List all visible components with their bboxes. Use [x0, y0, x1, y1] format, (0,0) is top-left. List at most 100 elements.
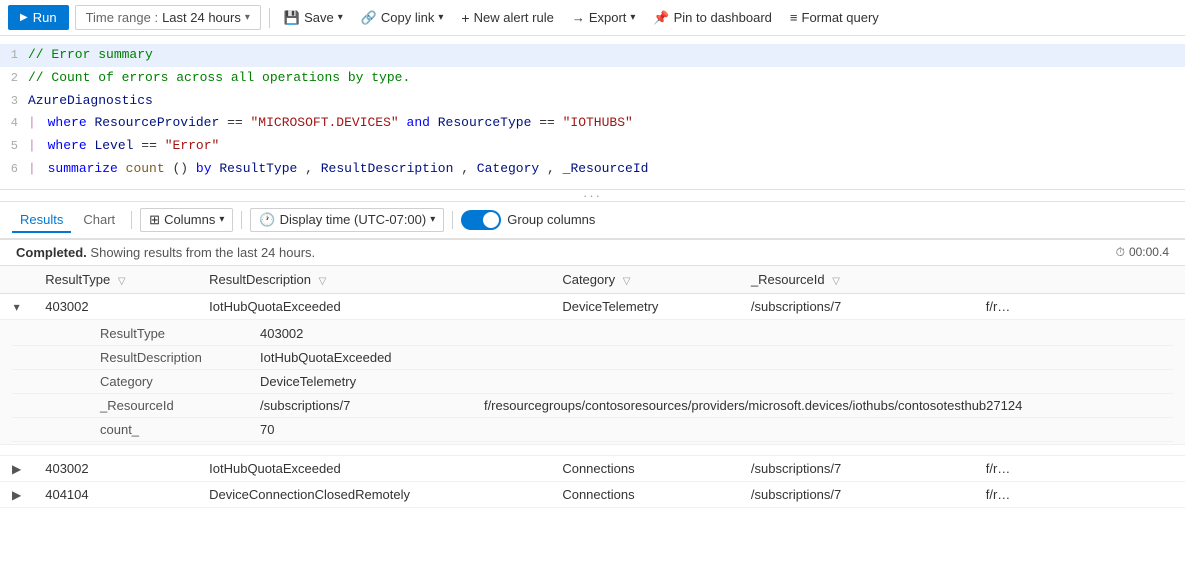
table-row: ▶ 403002 IotHubQuotaExceeded Connections… [0, 455, 1185, 481]
copy-link-label: Copy link [381, 10, 434, 25]
cell-ResultType-2: 403002 [33, 455, 197, 481]
save-chevron-icon: ▾ [338, 12, 343, 23]
columns-label: Columns [164, 212, 215, 227]
results-table: ResultType ▽ ResultDescription ▽ Categor… [0, 266, 1185, 508]
save-icon: 💾 [284, 10, 300, 26]
query-time-badge: ⏱ 00:00.4 [1116, 245, 1169, 260]
spacer-row [0, 444, 1185, 455]
col-header-ResourceId: _ResourceId ▽ [739, 266, 1185, 294]
export-label: Export [589, 10, 627, 25]
columns-button[interactable]: ⊞ Columns ▾ [140, 208, 233, 232]
cell-ResultDescription-2: IotHubQuotaExceeded [197, 455, 550, 481]
expand-button-3[interactable]: ▶ [12, 488, 21, 502]
cell-Category-2: Connections [550, 455, 739, 481]
format-icon: ≡ [790, 10, 798, 25]
toggle-knob [483, 212, 499, 228]
col-header-ResultDescription: ResultDescription ▽ [197, 266, 550, 294]
display-time-label: Display time (UTC-07:00) [280, 212, 427, 227]
cell-ResourceId-1: /subscriptions/7 f/resourcegroups/contos… [739, 293, 1185, 319]
export-icon: → [572, 10, 585, 25]
time-range-value: Last 24 hours [162, 10, 241, 25]
cell-Category-3: Connections [550, 481, 739, 507]
detail-row-ResultDescription: ResultDescription IotHubQuotaExceeded [12, 345, 1173, 369]
pin-dashboard-button[interactable]: 📌 Pin to dashboard [647, 6, 777, 30]
filter-icon-Category[interactable]: ▽ [623, 276, 631, 287]
expand-col-header [0, 266, 33, 294]
divider-1 [269, 8, 270, 28]
cell-Category-1: DeviceTelemetry [550, 293, 739, 319]
plus-icon: + [461, 10, 469, 26]
run-label: Run [33, 10, 57, 25]
cell-ResultDescription-3: DeviceConnectionClosedRemotely [197, 481, 550, 507]
code-line-6: 6 | summarize count () by ResultType , R… [0, 158, 1185, 181]
group-columns-label: Group columns [507, 212, 595, 227]
timer-icon: ⏱ [1116, 245, 1125, 260]
filter-icon-ResourceId[interactable]: ▽ [832, 276, 840, 287]
expand-cell-2: ▶ [0, 455, 33, 481]
cell-ResultType-1: 403002 [33, 293, 197, 319]
time-range-prefix: Time range : [86, 10, 159, 25]
group-columns-toggle[interactable] [461, 210, 501, 230]
copy-link-button[interactable]: 🔗 Copy link ▾ [355, 6, 450, 30]
new-alert-label: New alert rule [474, 10, 554, 25]
code-line-3: 3 AzureDiagnostics [0, 90, 1185, 113]
table-row: ▾ 403002 IotHubQuotaExceeded DeviceTelem… [0, 293, 1185, 319]
status-bar: Completed. Showing results from the last… [0, 240, 1185, 266]
save-label: Save [304, 10, 334, 25]
export-chevron-icon: ▾ [630, 12, 635, 23]
results-table-wrapper: ResultType ▽ ResultDescription ▽ Categor… [0, 266, 1185, 508]
status-showing-text: Showing results from the last 24 hours. [90, 245, 315, 260]
columns-icon: ⊞ [149, 212, 160, 228]
expanded-row-1: ResultType 403002 ResultDescription IotH… [0, 319, 1185, 444]
toolbar: ▶ Run Time range : Last 24 hours ▾ 💾 Sav… [0, 0, 1185, 36]
expanded-detail-table: ResultType 403002 ResultDescription IotH… [12, 322, 1173, 442]
collapse-button-1[interactable]: ▾ [14, 300, 20, 314]
cell-ResultType-3: 404104 [33, 481, 197, 507]
detail-row-ResourceId: _ResourceId /subscriptions/7 f/resourceg… [12, 393, 1173, 417]
tab-results[interactable]: Results [12, 208, 71, 233]
clock-icon: 🕐 [259, 212, 275, 228]
filter-icon-ResultType[interactable]: ▽ [118, 276, 126, 287]
display-time-chevron-icon: ▾ [430, 214, 435, 225]
cell-ResourceId-2: /subscriptions/7 f/resourcegroups/contos… [739, 455, 1185, 481]
col-header-Category: Category ▽ [550, 266, 739, 294]
expand-cell-3: ▶ [0, 481, 33, 507]
query-time-value: 00:00.4 [1129, 245, 1169, 259]
chevron-down-icon: ▾ [245, 12, 250, 23]
group-columns-toggle-wrap: Group columns [461, 210, 595, 230]
results-toolbar: Results Chart ⊞ Columns ▾ 🕐 Display time… [0, 202, 1185, 240]
table-header-row: ResultType ▽ ResultDescription ▽ Categor… [0, 266, 1185, 294]
code-line-5: 5 | where Level == "Error" [0, 135, 1185, 158]
time-range-button[interactable]: Time range : Last 24 hours ▾ [75, 5, 261, 30]
pin-icon: 📌 [653, 10, 669, 26]
run-button[interactable]: ▶ Run [8, 5, 69, 30]
code-line-1: 1 // Error summary [0, 44, 1185, 67]
filter-icon-ResultDescription[interactable]: ▽ [319, 276, 327, 287]
format-label: Format query [802, 10, 879, 25]
display-time-button[interactable]: 🕐 Display time (UTC-07:00) ▾ [250, 208, 444, 232]
cell-ResultDescription-1: IotHubQuotaExceeded [197, 293, 550, 319]
results-sep-1 [131, 211, 132, 229]
col-header-ResultType: ResultType ▽ [33, 266, 197, 294]
export-button[interactable]: → Export ▾ [566, 6, 642, 29]
code-line-2: 2 // Count of errors across all operatio… [0, 67, 1185, 90]
results-sep-3 [452, 211, 453, 229]
save-button[interactable]: 💾 Save ▾ [278, 6, 349, 30]
resize-handle[interactable]: ··· [0, 190, 1185, 202]
play-icon: ▶ [20, 12, 28, 23]
results-sep-2 [241, 211, 242, 229]
cell-ResourceId-3: /subscriptions/7 f/resourcegroups/contos… [739, 481, 1185, 507]
link-icon: 🔗 [361, 10, 377, 26]
status-completed-label: Completed. [16, 245, 87, 260]
pin-label: Pin to dashboard [674, 10, 772, 25]
expand-cell-1: ▾ [0, 293, 33, 319]
detail-row-Category: Category DeviceTelemetry [12, 369, 1173, 393]
columns-chevron-icon: ▾ [219, 214, 224, 225]
format-query-button[interactable]: ≡ Format query [784, 6, 885, 29]
tab-chart[interactable]: Chart [75, 208, 123, 233]
code-editor[interactable]: 1 // Error summary 2 // Count of errors … [0, 36, 1185, 190]
expand-button-2[interactable]: ▶ [12, 462, 21, 476]
detail-row-count: count_ 70 [12, 417, 1173, 441]
new-alert-button[interactable]: + New alert rule [455, 6, 559, 30]
copy-link-chevron-icon: ▾ [438, 12, 443, 23]
